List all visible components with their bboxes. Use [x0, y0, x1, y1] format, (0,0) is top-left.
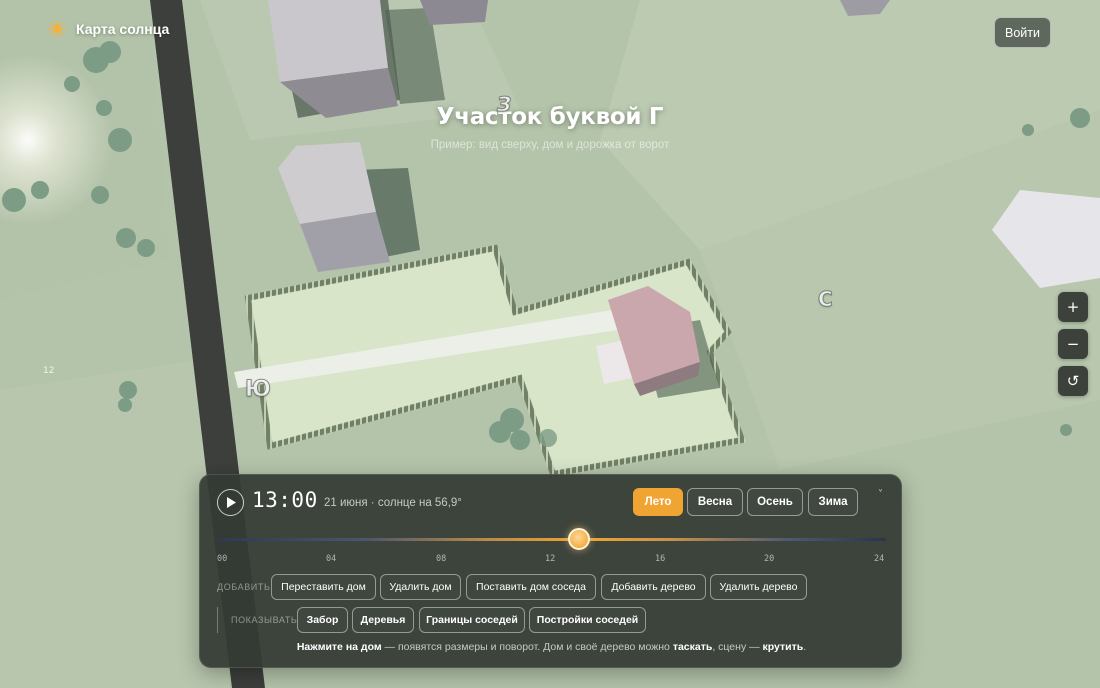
toggle-neighbor-borders[interactable]: Границы соседей — [419, 607, 525, 633]
toggle-trees[interactable]: Деревья — [352, 607, 414, 633]
time-tick: 24 — [874, 554, 885, 564]
time-tick: 20 — [764, 554, 775, 564]
divider — [217, 607, 218, 633]
time-display: 13:00 — [252, 488, 318, 512]
season-winter-button[interactable]: Зима — [808, 488, 858, 516]
date-sun-info: 21 июня · солнце на 56,9° — [324, 497, 462, 509]
neighbor-building — [268, 0, 388, 82]
add-neighbor-house-button[interactable]: Поставить дом соседа — [466, 574, 596, 600]
show-section-label: ПОКАЗЫВАТЬ — [231, 615, 298, 625]
play-icon — [226, 497, 236, 508]
time-tick: 00 — [217, 554, 228, 564]
time-tick: 16 — [655, 554, 666, 564]
parcel-number: 12 — [43, 366, 55, 376]
collapse-panel-button[interactable]: ˅ — [878, 489, 883, 500]
time-tick: 08 — [436, 554, 447, 564]
parcel — [0, 360, 230, 688]
zoom-in-button[interactable]: + — [1058, 292, 1088, 322]
sun-icon — [48, 20, 66, 38]
play-button[interactable] — [217, 489, 244, 516]
sun-control-panel: 13:00 21 июня · солнце на 56,9° Лето Вес… — [199, 474, 902, 668]
delete-tree-button[interactable]: Удалить дерево — [710, 574, 807, 600]
page-subtitle: Пример: вид сверху, дом и дорожка от вор… — [430, 139, 670, 151]
neighbor-building — [420, 0, 488, 25]
compass-label-east: С — [818, 287, 834, 312]
page-title: Участок буквой Г — [436, 104, 664, 130]
app-title: Карта солнца — [76, 21, 170, 37]
season-autumn-button[interactable]: Осень — [747, 488, 803, 516]
toggle-neighbor-buildings[interactable]: Постройки соседей — [529, 607, 646, 633]
season-summer-button[interactable]: Лето — [633, 488, 683, 516]
reset-view-button[interactable]: ↺ — [1058, 366, 1088, 396]
add-tree-button[interactable]: Добавить дерево — [601, 574, 706, 600]
app-logo[interactable]: Карта солнца — [48, 20, 169, 38]
season-spring-button[interactable]: Весна — [687, 488, 743, 516]
login-button[interactable]: Войти — [994, 17, 1051, 48]
delete-house-button[interactable]: Удалить дом — [380, 574, 461, 600]
time-tick: 04 — [326, 554, 337, 564]
hint-text: Нажмите на дом — появятся размеры и пово… — [296, 641, 807, 653]
zoom-out-button[interactable]: − — [1058, 329, 1088, 359]
time-slider-track[interactable] — [217, 538, 886, 541]
time-tick: 12 — [545, 554, 556, 564]
move-house-button[interactable]: Переставить дом — [271, 574, 376, 600]
add-section-label: ДОБАВИТЬ — [217, 582, 271, 592]
compass-label-south: Ю — [245, 377, 272, 403]
time-slider-thumb[interactable] — [568, 528, 591, 550]
toggle-fence[interactable]: Забор — [297, 607, 348, 633]
